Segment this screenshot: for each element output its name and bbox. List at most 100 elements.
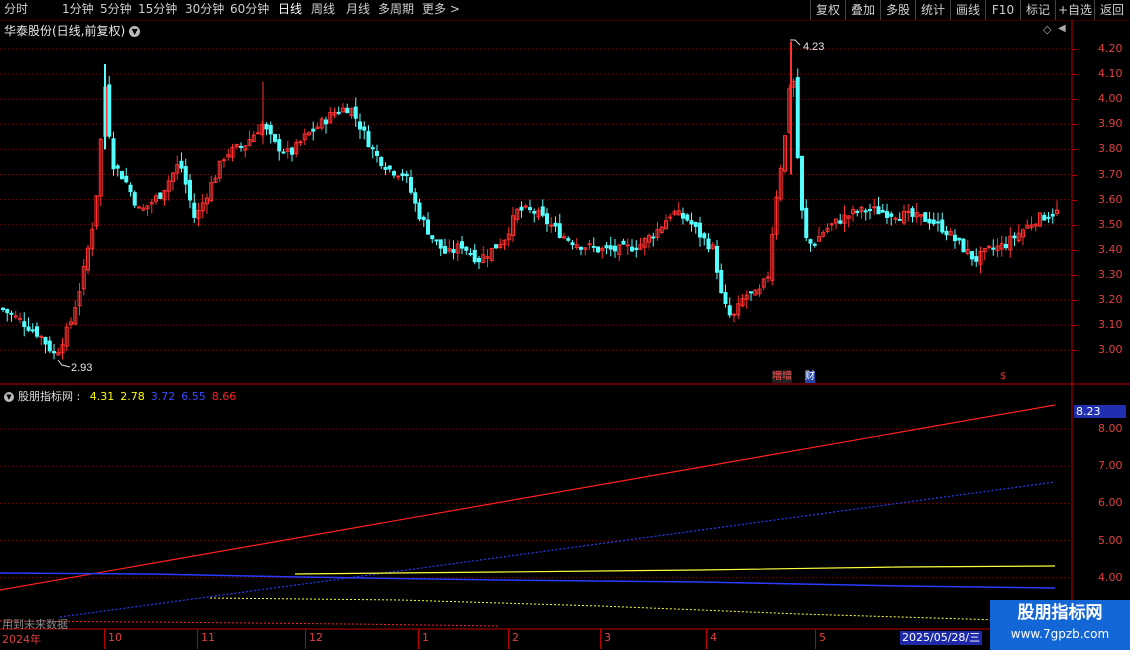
candle-body xyxy=(43,336,48,345)
candle-body xyxy=(625,244,630,247)
candle-body xyxy=(519,206,524,211)
watermark-title: 股朋指标网 xyxy=(1017,603,1103,623)
finance-badge[interactable]: 财 xyxy=(805,371,815,383)
low-price-label: 2.93 xyxy=(71,362,92,374)
candle-body xyxy=(719,269,724,294)
candle-body xyxy=(222,159,226,162)
candle-body xyxy=(987,245,991,248)
price-tick-mark xyxy=(1072,325,1077,327)
candle-body xyxy=(889,213,894,217)
price-tick-label: 3.70 xyxy=(1098,167,1123,181)
time-tick-mark xyxy=(600,629,601,649)
candle-body xyxy=(366,131,371,148)
price-tick-mark xyxy=(1072,124,1077,126)
candle-body xyxy=(1046,216,1051,219)
candle-body xyxy=(383,166,388,170)
indicator-tick-label: 6.00 xyxy=(1098,496,1123,510)
candle-body xyxy=(940,219,945,233)
candle-body xyxy=(26,326,31,331)
candle-body xyxy=(532,211,537,214)
candle-body xyxy=(838,220,843,224)
candle-body xyxy=(336,111,341,114)
candle-body xyxy=(188,179,192,201)
price-tick-label: 3.80 xyxy=(1098,142,1123,156)
indicator-header[interactable]: ▼ 股朋指标网 : 4.31 2.78 3.72 6.55 8.66 xyxy=(4,388,236,404)
candle-body xyxy=(621,240,626,245)
dividend-badge[interactable]: $ xyxy=(1000,371,1006,383)
time-tick-label: 2 xyxy=(512,631,519,644)
time-tick-mark xyxy=(508,629,509,649)
indicator-value: 4.31 xyxy=(89,390,115,403)
candle-body xyxy=(120,171,124,180)
candle-body xyxy=(375,150,379,156)
candle-body xyxy=(553,222,558,227)
indicator-values: 4.31 2.78 3.72 6.55 8.66 xyxy=(84,390,237,403)
time-tick-mark xyxy=(104,629,105,649)
price-tick-label: 3.40 xyxy=(1098,242,1123,256)
candle-body xyxy=(804,207,809,239)
candle-body xyxy=(124,175,129,183)
time-tick-mark xyxy=(815,629,816,649)
candle-body xyxy=(528,207,532,211)
candle-body xyxy=(277,139,282,152)
candle-body xyxy=(47,340,52,352)
price-tick-mark xyxy=(1072,99,1077,101)
time-tick-label: 2024年 xyxy=(2,633,41,646)
candle-body xyxy=(545,213,549,225)
candle-body xyxy=(936,221,940,224)
candle-body xyxy=(910,208,915,217)
increase-badge[interactable]: 増增 xyxy=(772,371,792,383)
price-tick-mark xyxy=(1072,224,1077,226)
indicator-tick-label: 5.00 xyxy=(1098,533,1123,547)
candle-body xyxy=(702,233,707,239)
candle-body xyxy=(353,106,358,119)
candle-body xyxy=(880,210,885,213)
chevron-down-icon[interactable]: ▼ xyxy=(4,392,14,402)
candle-body xyxy=(438,239,443,249)
candle-body xyxy=(404,173,409,177)
candle-body xyxy=(689,220,694,225)
indicator-value: 8.66 xyxy=(211,390,237,403)
candle-body xyxy=(451,248,456,253)
indicator-tick-label: 4.00 xyxy=(1098,570,1123,584)
watermark-logo: 股朋指标网 www.7gpzb.com xyxy=(990,600,1130,650)
candle-body xyxy=(961,238,966,253)
price-tick-label: 3.20 xyxy=(1098,293,1123,306)
price-tick-label: 4.00 xyxy=(1098,92,1123,106)
candle-body xyxy=(681,212,685,219)
indicator-line-red-dashed xyxy=(0,620,501,627)
future-data-hint: 用到未来数据 xyxy=(2,618,68,631)
candle-body xyxy=(723,292,728,304)
candle-body xyxy=(570,242,575,246)
kline-chart[interactable]: 4.23 2.93 xyxy=(0,0,1130,650)
candle-body xyxy=(392,171,396,176)
high-price-label: 4.23 xyxy=(803,41,824,53)
candle-body xyxy=(795,77,800,159)
candle-body xyxy=(872,206,877,209)
candle-body xyxy=(800,155,804,211)
candle-body xyxy=(472,249,477,263)
low-price-marker: 2.93 xyxy=(57,359,92,374)
time-tick-label: 3 xyxy=(604,631,611,644)
candle-body xyxy=(443,246,447,254)
candle-body xyxy=(685,214,690,221)
candle-body xyxy=(137,206,141,209)
candle-body xyxy=(732,313,736,316)
time-tick-label: 1 xyxy=(422,631,429,644)
candle-body xyxy=(370,147,375,150)
indicator-tick-label: 7.00 xyxy=(1098,459,1123,473)
price-tick-mark xyxy=(1072,149,1077,151)
price-tick-mark xyxy=(1072,174,1077,176)
candle-body xyxy=(566,238,571,241)
candle-body xyxy=(808,239,813,244)
time-tick-label: 11 xyxy=(201,631,215,644)
candle-body xyxy=(630,246,634,252)
candle-body xyxy=(706,238,711,250)
candle-body xyxy=(358,121,362,130)
candle-body xyxy=(430,235,435,240)
candle-body xyxy=(1,307,5,311)
indicator-value: 6.55 xyxy=(181,390,206,403)
candle-body xyxy=(417,202,422,220)
candle-body xyxy=(311,128,316,132)
time-tick-label: 12 xyxy=(309,631,323,644)
